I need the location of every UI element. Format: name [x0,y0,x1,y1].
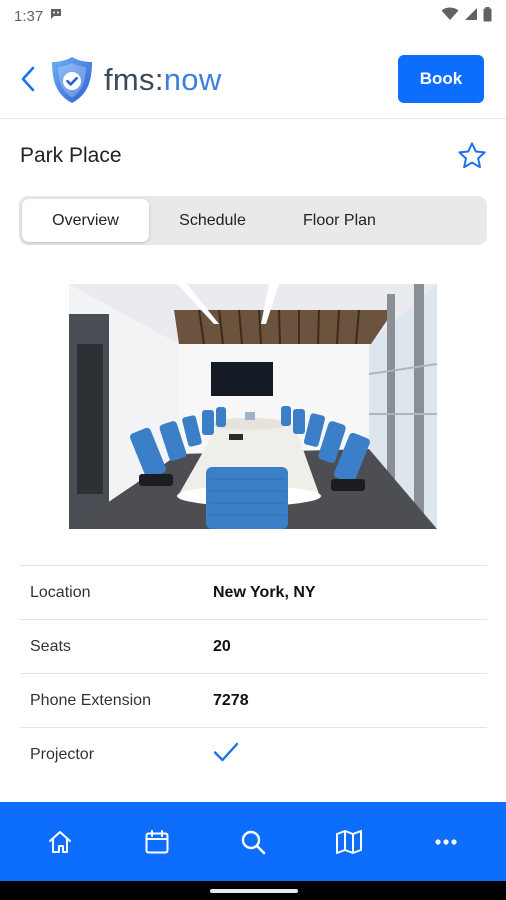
status-bar: 1:37 [0,0,506,32]
gesture-handle[interactable] [210,889,298,893]
nav-calendar[interactable] [127,812,187,872]
logo-suffix: now [163,62,222,97]
segmented-tabs: Overview Schedule Floor Plan [19,196,487,245]
check-icon [213,741,239,768]
detail-row-phone-extension: Phone Extension 7278 [20,673,487,727]
more-icon [435,838,457,845]
status-time: 1:37 [14,7,44,25]
detail-row-seats: Seats 20 [20,619,487,673]
detail-value: 20 [213,637,231,655]
status-left: 1:37 [14,7,63,25]
nav-search[interactable] [223,812,283,872]
book-button[interactable]: Book [398,55,484,103]
app-header: fms:now Book [0,48,506,110]
detail-label: Phone Extension [30,691,151,709]
system-gesture-bar [0,881,506,900]
calendar-icon [145,829,169,853]
app-logo-text: fms:now [104,62,222,98]
shield-check-logo-icon [52,57,92,103]
bottom-nav [0,802,506,881]
logo-prefix: fms: [104,62,164,97]
favorite-button[interactable] [454,138,490,174]
message-notification-icon [49,7,63,25]
detail-value: 7278 [213,691,249,709]
app-logo: fms:now [46,54,222,106]
battery-icon [483,6,492,26]
page-title: Park Place [20,144,122,167]
detail-row-projector: Projector [20,727,487,781]
detail-row-location: Location New York, NY [20,565,487,619]
room-photo [69,284,437,529]
detail-label: Seats [30,637,71,655]
back-button[interactable] [14,63,42,95]
status-right [441,6,492,26]
room-details-table: Location New York, NY Seats 20 Phone Ext… [20,565,487,781]
tab-schedule[interactable]: Schedule [149,199,276,242]
search-icon [241,830,266,854]
chevron-left-icon [21,66,35,92]
tab-floor-plan[interactable]: Floor Plan [276,199,403,242]
home-icon [49,830,72,853]
star-icon [458,142,486,169]
signal-icon [464,7,478,25]
nav-map[interactable] [319,812,379,872]
title-row: Park Place [20,136,486,176]
detail-label: Location [30,583,91,601]
detail-label: Projector [30,745,95,763]
map-icon [336,829,363,854]
header-divider [0,118,506,119]
detail-value: New York, NY [213,583,316,601]
nav-home[interactable] [30,812,90,872]
nav-more[interactable] [416,812,476,872]
tab-overview[interactable]: Overview [22,199,149,242]
wifi-icon [441,7,459,25]
